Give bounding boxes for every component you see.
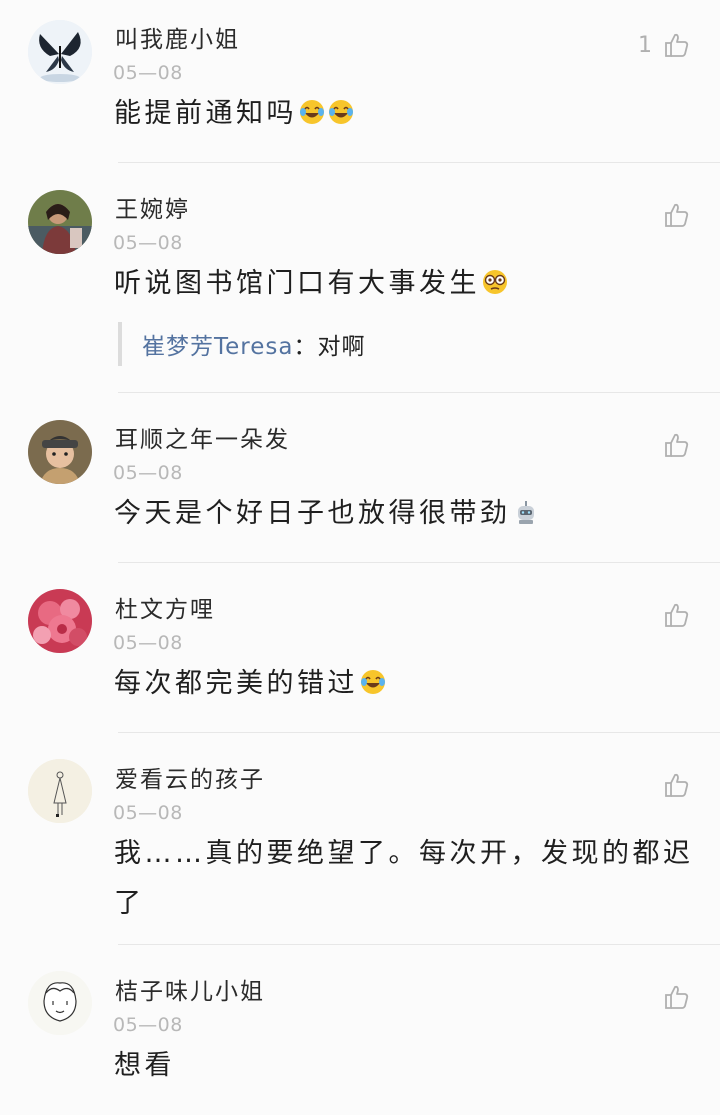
comment-text: 能提前通知吗 — [114, 89, 704, 139]
avatar[interactable] — [28, 20, 92, 84]
reply-text: 对啊 — [317, 334, 366, 360]
thumbs-up-icon — [665, 985, 689, 1009]
like-button[interactable] — [652, 981, 690, 1013]
thumbs-up-icon — [665, 433, 689, 457]
like-button[interactable] — [652, 769, 690, 801]
avatar[interactable] — [28, 589, 92, 653]
avatar[interactable] — [28, 971, 92, 1035]
comment-author[interactable]: 叫我鹿小姐 — [115, 20, 240, 54]
laugh-cry-emoji — [300, 100, 324, 124]
child-avatar-image — [28, 420, 92, 484]
divider — [118, 392, 720, 393]
comment-text-content: 听说图书馆门口有大事发生 — [114, 268, 480, 299]
comment-text: 听说图书馆门口有大事发生 — [114, 259, 704, 309]
comment-text-content: 今天是个好日子也放得很带劲 — [114, 498, 511, 529]
like-button[interactable] — [652, 199, 690, 231]
comment-date: 05—08 — [113, 632, 183, 654]
comment-text: 想看 — [114, 1050, 175, 1081]
like-count: 1 — [638, 32, 652, 58]
laugh-cry-emoji — [329, 100, 353, 124]
comment-text: 今天是个好日子也放得很带劲 — [114, 489, 704, 539]
comment-text: 我……真的要绝望了。每次开，发现的都迟了 — [114, 838, 694, 919]
thumbs-up-icon — [665, 773, 689, 797]
divider — [118, 562, 720, 563]
comment-date: 05—08 — [113, 232, 183, 254]
comment-date: 05—08 — [113, 802, 183, 824]
comment-date: 05—08 — [113, 462, 183, 484]
comment-date: 05—08 — [113, 1014, 183, 1036]
comment-author[interactable]: 杜文方哩 — [115, 590, 215, 624]
like-button[interactable] — [652, 429, 690, 461]
divider — [118, 162, 720, 163]
comment-text-content: 每次都完美的错过 — [114, 668, 358, 699]
comment-author[interactable]: 桔子味儿小姐 — [115, 972, 265, 1006]
flower-avatar-image — [28, 589, 92, 653]
avatar[interactable] — [28, 190, 92, 254]
reply-author[interactable]: 崔梦芳Teresa — [142, 327, 293, 361]
divider — [118, 732, 720, 733]
photo-avatar-image — [28, 190, 92, 254]
like-button[interactable]: 1 — [638, 29, 690, 61]
comment-text: 每次都完美的错过 — [114, 659, 704, 709]
comment-author[interactable]: 耳顺之年一朵发 — [115, 420, 290, 454]
divider — [118, 944, 720, 945]
butterfly-avatar-image — [28, 20, 92, 84]
thumbs-up-icon — [665, 603, 689, 627]
comment-author[interactable]: 王婉婷 — [115, 190, 190, 224]
comment-text-content: 能提前通知吗 — [114, 98, 297, 129]
sketch-avatar-image — [28, 759, 92, 823]
avatar[interactable] — [28, 420, 92, 484]
comment-date: 05—08 — [113, 62, 183, 84]
reply-separator: ： — [293, 334, 318, 360]
like-button[interactable] — [652, 599, 690, 631]
thumbs-up-icon — [665, 33, 689, 57]
robot-emoji — [517, 501, 534, 524]
nervous-emoji — [483, 270, 507, 294]
avatar[interactable] — [28, 759, 92, 823]
laugh-cry-emoji — [361, 670, 385, 694]
thumbs-up-icon — [665, 203, 689, 227]
comment-author[interactable]: 爱看云的孩子 — [115, 760, 265, 794]
reply-quote[interactable]: 崔梦芳Teresa：对啊 — [118, 322, 365, 366]
cartoon-avatar-image — [28, 971, 92, 1035]
